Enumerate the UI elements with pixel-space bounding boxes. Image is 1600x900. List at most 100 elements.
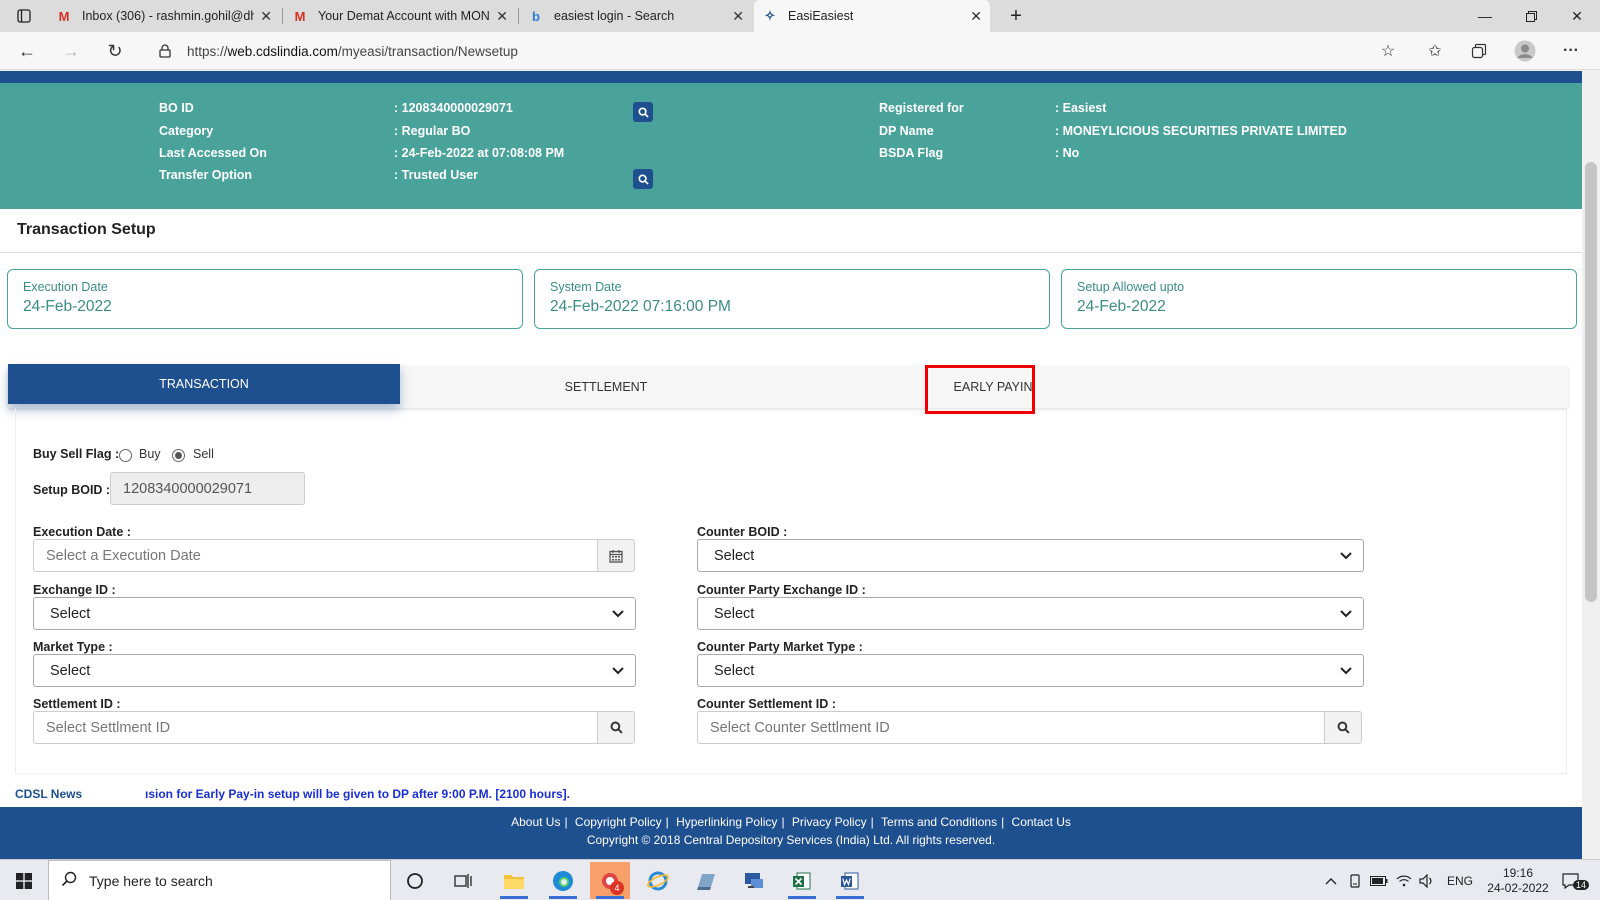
- account-info-panel: BO ID : 1208340000029071 Category : Regu…: [0, 83, 1582, 209]
- counter-market-select[interactable]: Select: [697, 654, 1364, 687]
- tab-settlement[interactable]: SETTLEMENT: [410, 366, 802, 408]
- transaction-form: Buy Sell Flag : Buy Sell Setup BOID : 12…: [15, 408, 1567, 774]
- remote-desktop-icon[interactable]: [734, 862, 774, 899]
- buy-radio[interactable]: [119, 449, 132, 462]
- close-tab-icon[interactable]: ✕: [732, 8, 744, 25]
- close-tab-icon[interactable]: ✕: [260, 8, 272, 25]
- profile-avatar-icon[interactable]: [1512, 38, 1538, 64]
- notification-center-icon[interactable]: 14: [1562, 860, 1590, 900]
- footer-link-about[interactable]: About Us: [511, 815, 560, 829]
- footer-link-copyright[interactable]: Copyright Policy: [575, 815, 662, 829]
- search-icon: [61, 871, 77, 890]
- minimize-icon[interactable]: —: [1462, 0, 1508, 32]
- counter-exchange-label: Counter Party Exchange ID :: [697, 583, 866, 597]
- counter-exchange-select[interactable]: Select: [697, 597, 1364, 630]
- registered-for-value: : Easiest: [1055, 101, 1107, 115]
- counter-settlement-search-icon[interactable]: [1324, 711, 1362, 744]
- counter-boid-label: Counter BOID :: [697, 525, 788, 539]
- execution-date-card: Execution Date 24-Feb-2022: [7, 269, 523, 329]
- cdsl-icon: ✧: [764, 8, 776, 23]
- wifi-icon[interactable]: [1396, 860, 1412, 900]
- notepad-app-icon[interactable]: [686, 862, 726, 899]
- transaction-setup-header: Transaction Setup: [0, 209, 1582, 253]
- footer-link-terms[interactable]: Terms and Conditions: [881, 815, 997, 829]
- internet-explorer-icon[interactable]: [638, 862, 678, 899]
- chevron-down-icon: [612, 610, 624, 618]
- counter-settlement-input[interactable]: Select Counter Settlment ID: [697, 711, 1325, 744]
- close-tab-icon[interactable]: ✕: [496, 8, 508, 25]
- add-favorite-icon[interactable]: ☆: [1375, 38, 1401, 64]
- lock-icon[interactable]: [150, 36, 180, 66]
- calendar-icon[interactable]: [597, 539, 635, 572]
- browser-tab-demat[interactable]: M Your Demat Account with MONE ✕: [284, 0, 516, 32]
- buy-sell-flag-label: Buy Sell Flag :: [33, 447, 120, 461]
- bo-id-value: : 1208340000029071: [394, 101, 513, 115]
- settlement-search-icon[interactable]: [597, 711, 635, 744]
- page-footer: About Us | Copyright Policy | Hyperlinking…: [0, 807, 1582, 859]
- task-view-icon[interactable]: [443, 862, 483, 899]
- gmail-icon: M: [294, 8, 306, 24]
- back-arrow-icon[interactable]: ←: [12, 36, 42, 66]
- close-tab-icon[interactable]: ✕: [970, 8, 982, 25]
- forward-arrow-icon[interactable]: →: [56, 36, 86, 66]
- excel-icon[interactable]: [782, 862, 822, 899]
- last-accessed-label: Last Accessed On: [159, 146, 267, 160]
- word-icon[interactable]: [830, 862, 870, 899]
- transfer-search-icon[interactable]: [633, 169, 653, 189]
- setup-boid-field[interactable]: 1208340000029071: [110, 472, 305, 505]
- restore-icon[interactable]: [1508, 0, 1554, 32]
- page-top-strip: [0, 71, 1582, 83]
- photos-app-icon[interactable]: 4: [590, 862, 630, 899]
- registered-for-label: Registered for: [879, 101, 964, 115]
- volume-icon[interactable]: [1419, 860, 1435, 900]
- exchange-id-label: Exchange ID :: [33, 583, 116, 597]
- refresh-icon[interactable]: ↻: [100, 36, 130, 66]
- chevron-down-icon: [1340, 552, 1352, 560]
- category-label: Category: [159, 124, 214, 138]
- exchange-id-select[interactable]: Select: [33, 597, 636, 630]
- footer-link-contact[interactable]: Contact Us: [1012, 815, 1071, 829]
- footer-link-hyperlinking[interactable]: Hyperlinking Policy: [676, 815, 777, 829]
- counter-boid-select[interactable]: Select: [697, 539, 1364, 572]
- language-indicator[interactable]: ENG: [1447, 860, 1473, 900]
- windows-taskbar: Type here to search 4 ENG 19:16 24-02-20…: [0, 859, 1600, 900]
- early-payin-highlight: [925, 365, 1035, 414]
- browser-tab-inbox[interactable]: M Inbox (306) - rashmin.gohil@dha ✕: [48, 0, 280, 32]
- last-accessed-value: : 24-Feb-2022 at 07:08:08 PM: [394, 146, 565, 160]
- battery-icon[interactable]: [1370, 860, 1388, 900]
- tab-actions-icon[interactable]: [2, 0, 46, 32]
- browser-tab-search[interactable]: b easiest login - Search ✕: [520, 0, 752, 32]
- footer-link-privacy[interactable]: Privacy Policy: [792, 815, 867, 829]
- show-hidden-icons[interactable]: [1325, 860, 1337, 900]
- clock[interactable]: 19:16 24-02-2022: [1483, 860, 1553, 900]
- news-label[interactable]: CDSL News: [15, 787, 82, 801]
- market-type-select[interactable]: Select: [33, 654, 636, 687]
- news-text[interactable]: ısion for Early Pay-in setup will be giv…: [145, 787, 570, 801]
- edge-browser-icon[interactable]: [543, 862, 583, 899]
- bo-search-icon[interactable]: [633, 102, 653, 122]
- more-menu-icon[interactable]: ···: [1558, 38, 1584, 64]
- taskbar-search-input[interactable]: Type here to search: [48, 860, 391, 900]
- windows-start-icon[interactable]: [4, 862, 44, 899]
- window-close-icon[interactable]: ✕: [1554, 0, 1600, 32]
- execution-date-input[interactable]: Select a Execution Date: [33, 539, 598, 572]
- settlement-id-input[interactable]: Select Settlment ID: [33, 711, 598, 744]
- browser-tab-easiest[interactable]: ✧ EasiEasiest ✕: [754, 0, 990, 32]
- favorites-icon[interactable]: ✩: [1422, 38, 1448, 64]
- meet-now-icon[interactable]: [1348, 860, 1362, 900]
- tab-transaction[interactable]: TRANSACTION: [8, 364, 400, 404]
- bsda-flag-value: : No: [1055, 146, 1080, 160]
- chevron-down-icon: [1340, 667, 1352, 675]
- scrollbar-thumb[interactable]: [1585, 162, 1597, 602]
- chevron-down-icon: [612, 667, 624, 675]
- settlement-id-label: Settlement ID :: [33, 697, 121, 711]
- clock-time: 19:16: [1502, 865, 1534, 880]
- notification-count-badge: 14: [1573, 880, 1590, 890]
- collections-icon[interactable]: [1466, 38, 1492, 64]
- file-explorer-icon[interactable]: [494, 862, 534, 899]
- url-input[interactable]: https://web.cdslindia.com/myeasi/transac…: [187, 36, 1437, 66]
- cortana-icon[interactable]: [395, 862, 435, 899]
- sell-radio[interactable]: [172, 449, 185, 462]
- new-tab-icon[interactable]: +: [998, 0, 1034, 32]
- bo-id-label: BO ID: [159, 101, 194, 115]
